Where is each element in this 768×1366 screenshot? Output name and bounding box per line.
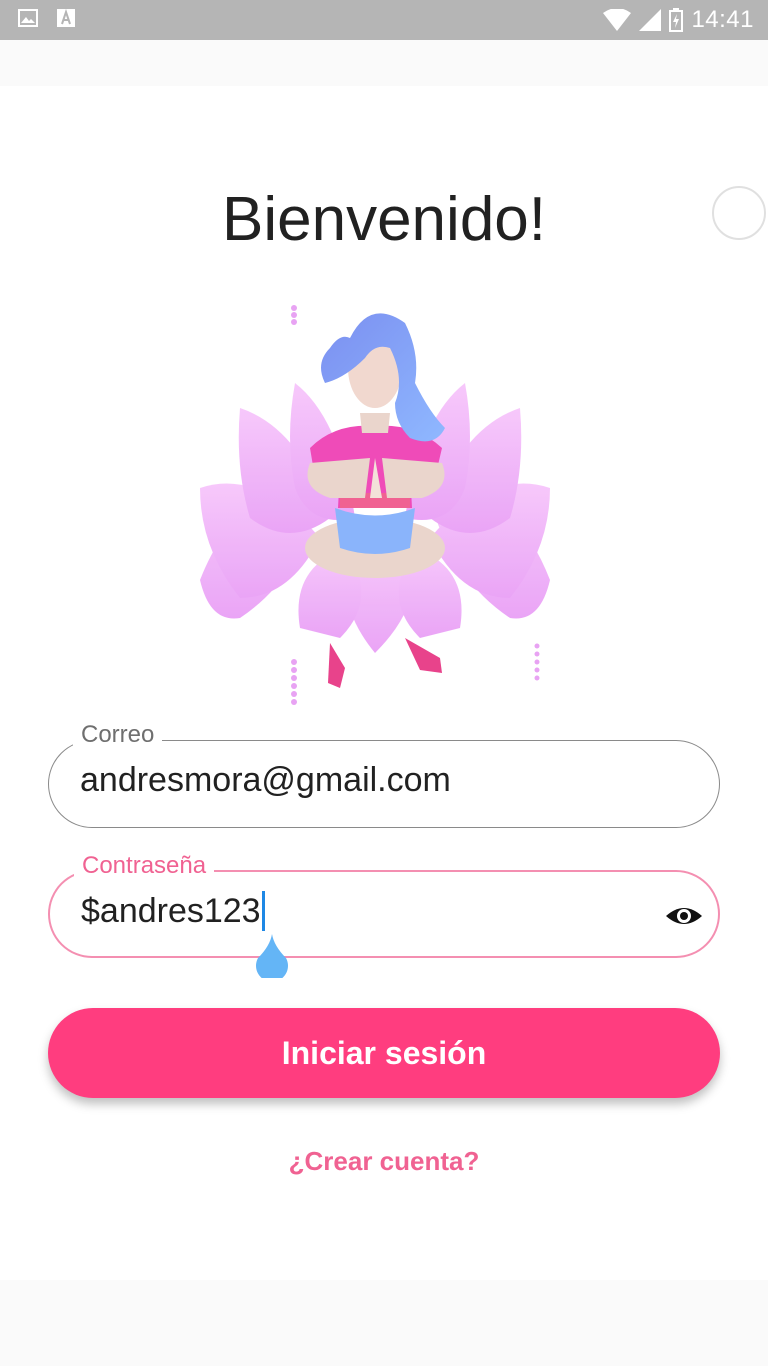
meditation-illustration	[200, 305, 550, 705]
battery-charging-icon	[669, 8, 684, 32]
email-field[interactable]: Correo andresmora@gmail.com	[48, 721, 720, 828]
login-button[interactable]: Iniciar sesión	[48, 1008, 720, 1098]
text-caret	[261, 891, 265, 932]
signal-icon	[639, 9, 662, 31]
password-text: $andres123	[81, 892, 261, 930]
image-icon	[18, 9, 38, 27]
status-right-icons: 14:41	[603, 6, 754, 34]
status-bar: 14:41	[0, 0, 768, 40]
caret-handle-icon[interactable]	[254, 934, 290, 978]
password-label: Contraseña	[74, 852, 215, 880]
loading-spinner-icon	[712, 186, 766, 240]
login-card: Bienvenido! Correo andresmora@gmail.com …	[0, 86, 768, 1280]
email-input[interactable]: andresmora@gmail.com	[80, 761, 451, 800]
password-field[interactable]: Contraseña $andres123	[48, 852, 720, 978]
font-icon	[57, 8, 75, 27]
status-time: 14:41	[691, 6, 754, 33]
status-left-icons	[18, 8, 76, 28]
eye-icon[interactable]	[664, 896, 704, 936]
password-input[interactable]: $andres123	[81, 891, 265, 933]
email-label: Correo	[73, 721, 163, 749]
create-account-link[interactable]: ¿Crear cuenta?	[0, 1146, 768, 1177]
page-title: Bienvenido!	[221, 185, 547, 254]
wifi-icon	[603, 9, 632, 31]
